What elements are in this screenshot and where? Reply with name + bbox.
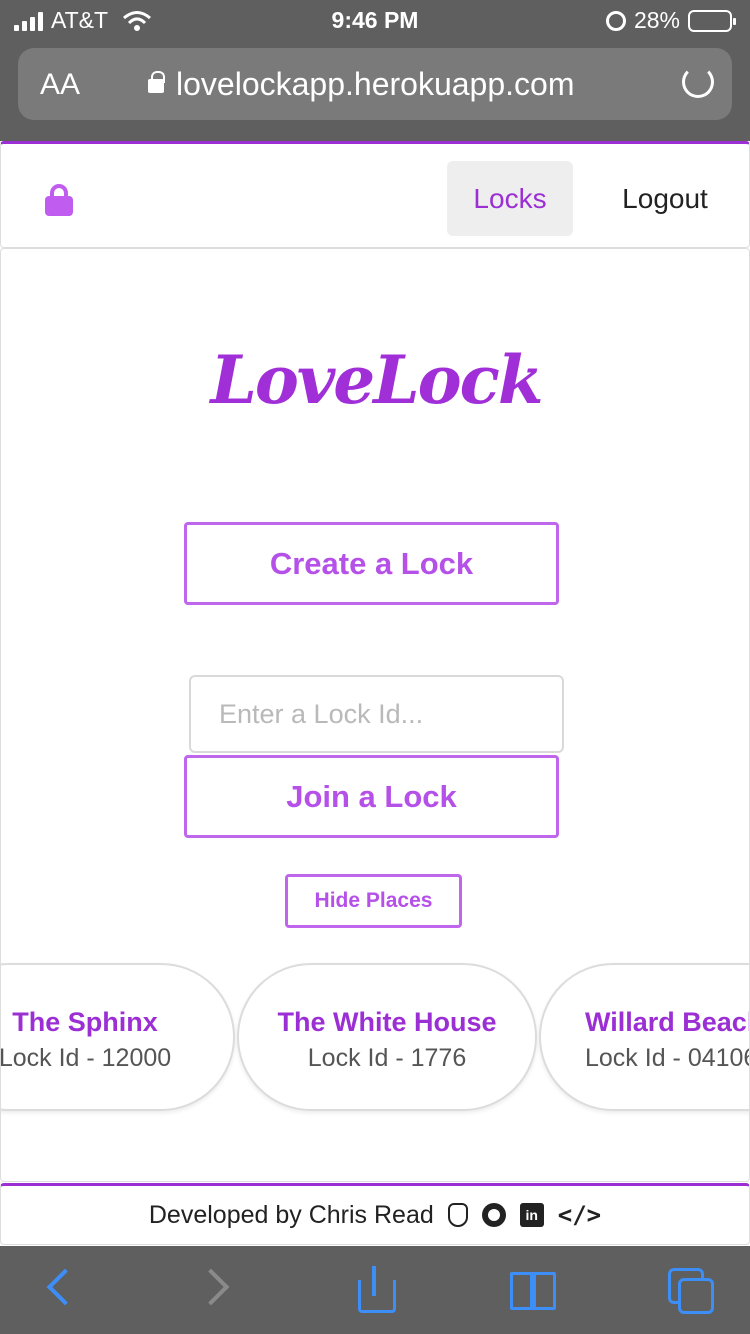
peace-hand-icon (447, 1203, 468, 1227)
url-text: lovelockapp.herokuapp.com (176, 66, 575, 102)
browser-toolbar (0, 1246, 750, 1334)
lock-id-input[interactable] (189, 675, 564, 753)
app-navbar: Locks Logout (0, 141, 750, 248)
battery-percent: 28% (633, 7, 680, 33)
github-icon[interactable] (481, 1203, 506, 1227)
alarm-icon (605, 10, 626, 31)
place-card-sphinx[interactable]: The Sphinx Lock Id - 12000 (0, 963, 235, 1111)
hide-places-button[interactable]: Hide Places (285, 874, 462, 928)
place-lock-id: Lock Id - 1776 (307, 1044, 467, 1072)
reload-icon[interactable] (682, 66, 714, 98)
padlock-icon[interactable] (45, 184, 73, 216)
battery-icon (688, 9, 736, 32)
status-bar: AT&T 9:46 PM 28% (0, 0, 750, 42)
lovelock-logo: LoveLock (210, 341, 543, 419)
app-footer: Developed by Chris Read in </> (0, 1183, 750, 1245)
place-name: The Sphinx (12, 1007, 158, 1037)
back-icon[interactable] (34, 1266, 84, 1316)
join-lock-button[interactable]: Join a Lock (184, 755, 559, 838)
linkedin-icon[interactable]: in (519, 1203, 544, 1227)
forward-icon[interactable] (192, 1266, 242, 1316)
code-icon[interactable]: </> (558, 1201, 601, 1229)
browser-chrome: AT&T 9:46 PM 28% AA lovelockapp.herokuap… (0, 0, 750, 141)
secure-lock-icon (148, 70, 165, 97)
status-right: 28% (605, 7, 736, 34)
tabs-icon[interactable] (666, 1266, 716, 1316)
place-name: The White House (277, 1007, 497, 1037)
text-size-button[interactable]: AA (40, 68, 80, 102)
main-card: LoveLock Create a Lock Join a Lock Hide … (0, 248, 750, 1182)
address-bar[interactable]: AA lovelockapp.herokuapp.com (18, 48, 732, 120)
nav-logout-link[interactable]: Logout (601, 161, 729, 236)
place-card-white-house[interactable]: The White House Lock Id - 1776 (237, 963, 537, 1111)
place-card-willard-beach[interactable]: Willard Beach Lock Id - 04106 (539, 963, 750, 1111)
create-lock-button[interactable]: Create a Lock (184, 522, 559, 605)
place-lock-id: Lock Id - 04106 (585, 1044, 750, 1072)
share-icon[interactable] (350, 1266, 400, 1316)
place-lock-id: Lock Id - 12000 (0, 1044, 172, 1072)
url-display[interactable]: lovelockapp.herokuapp.com (148, 66, 574, 103)
developer-credit: Developed by Chris Read (148, 1200, 434, 1229)
bookmarks-icon[interactable] (508, 1266, 558, 1316)
place-name: Willard Beach (585, 1007, 750, 1037)
nav-locks-link[interactable]: Locks (447, 161, 573, 236)
